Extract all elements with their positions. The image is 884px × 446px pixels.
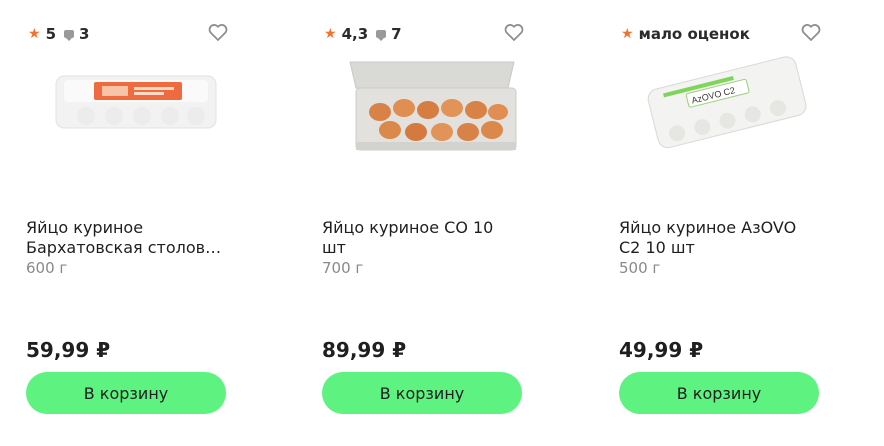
product-weight: 700 г [322, 259, 364, 277]
product-title[interactable]: Яйцо куриное Бархатовская столов… 600 г [26, 218, 226, 278]
product-card[interactable]: ★ мало оценок AzOVO C2 Яйцо куриное АзOV… [619, 0, 849, 446]
star-icon: ★ [621, 26, 634, 42]
product-card[interactable]: ★ 5 3 Яйцо куриное Бархатовская столов… … [26, 0, 256, 446]
add-to-cart-button[interactable]: В корзину [619, 372, 819, 414]
product-image[interactable]: AzOVO C2 [639, 50, 819, 160]
product-price: 49,99 ₽ [619, 338, 704, 362]
product-title[interactable]: Яйцо куриное АзOVO С2 10 шт 500 г [619, 218, 819, 278]
title-line[interactable]: Яйцо куриное СО 10 шт [322, 218, 522, 258]
title-line[interactable]: Яйцо куриное АзOVO [619, 218, 819, 238]
rating-text: мало оценок [638, 25, 750, 43]
rating-value: 5 [45, 25, 56, 43]
product-grid: ★ 5 3 Яйцо куриное Бархатовская столов… … [0, 0, 884, 446]
heart-icon[interactable] [206, 20, 230, 44]
star-icon: ★ [28, 26, 41, 42]
add-to-cart-button[interactable]: В корзину [322, 372, 522, 414]
rating-row: ★ 4,3 7 [324, 24, 402, 44]
heart-icon[interactable] [799, 20, 823, 44]
rating-value: 4,3 [341, 25, 369, 43]
rating-row: ★ 5 3 [28, 24, 89, 44]
title-line[interactable]: Яйцо куриное [26, 218, 226, 238]
product-price: 89,99 ₽ [322, 338, 407, 362]
rating-row: ★ мало оценок [621, 24, 750, 44]
product-price: 59,99 ₽ [26, 338, 111, 362]
product-image[interactable] [342, 50, 522, 160]
product-image[interactable] [46, 50, 226, 160]
title-line[interactable]: Бархатовская столов… [26, 238, 226, 258]
product-weight: 600 г [26, 259, 68, 277]
comment-icon [64, 30, 74, 41]
add-to-cart-button[interactable]: В корзину [26, 372, 226, 414]
star-icon: ★ [324, 26, 337, 42]
product-weight: 500 г [619, 259, 661, 277]
comment-icon [376, 30, 387, 41]
heart-icon[interactable] [502, 20, 526, 44]
product-card[interactable]: ★ 4,3 7 Яйцо куриное СО 10 шт 700 г 89,9… [322, 0, 552, 446]
title-line[interactable]: С2 10 шт [619, 238, 819, 258]
reviews-count: 7 [391, 25, 402, 43]
reviews-count: 3 [79, 25, 90, 43]
product-title[interactable]: Яйцо куриное СО 10 шт 700 г [322, 218, 522, 278]
